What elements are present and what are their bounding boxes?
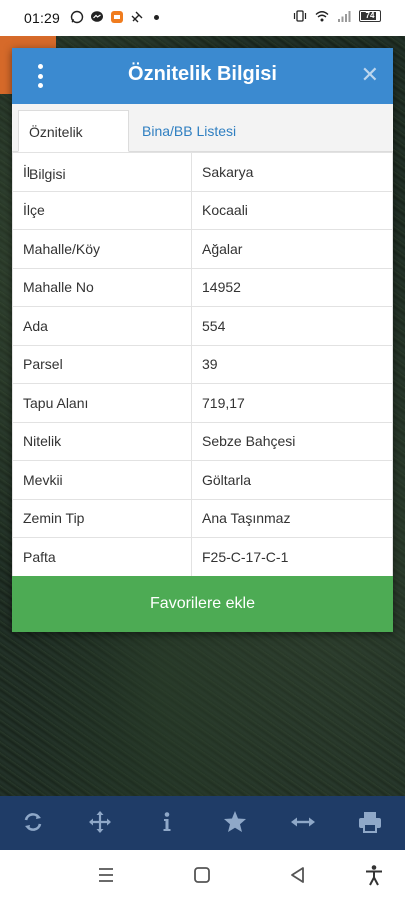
add-to-favorites-button[interactable]: Favorilere ekle [12,576,393,632]
attribute-key: Parsel [12,344,192,384]
battery-icon: 74 [359,10,381,22]
recent-apps-icon[interactable] [94,864,118,886]
attribute-key: Nitelik [12,421,192,461]
attribute-value: Sebze Bahçesi [191,421,393,461]
attribute-value: 14952 [191,267,393,307]
attribute-value: Sakarya [191,152,393,192]
attribute-table: İl Sakarya İlçe Kocaali Mahalle/Köy Ağalar … [12,152,393,577]
attribute-key: İl [12,152,192,192]
dialog-header: Öznitelik Bilgisi ✕ [12,48,393,104]
attribute-key: Tapu Alanı [12,383,192,423]
star-icon[interactable] [221,808,249,836]
bottom-toolbar [0,796,405,850]
close-icon[interactable]: ✕ [361,61,379,89]
satellite-icon [131,11,143,23]
attribute-value: Ağalar [191,229,393,269]
attribute-value: 39 [191,344,393,384]
attribute-key: Pafta [12,537,192,577]
dialog-title: Öznitelik Bilgisi [128,63,277,85]
attribute-key: Ada [12,306,192,346]
tab-building-list[interactable]: Bina/BB Listesi [132,110,246,152]
move-icon[interactable] [86,808,114,836]
table-row: Parsel 39 [12,344,393,384]
dialog-tabs: Öznitelik Bilgisi Bina/BB Listesi [12,104,393,182]
table-row: Mevkii Göltarla [12,460,393,500]
home-icon[interactable] [190,864,214,886]
accessibility-icon[interactable] [362,864,386,886]
vibrate-icon [293,10,307,22]
status-bar: 01:29 74 [0,0,405,36]
notification-icons [70,10,159,24]
attribute-value: 719,17 [191,383,393,423]
table-row: Mahalle/Köy Ağalar [12,229,393,269]
attribute-key: Mevkii [12,460,192,500]
table-row: İl Sakarya [12,152,393,192]
attribute-key: Mahalle No [12,267,192,307]
attribute-key: İlçe [12,190,192,230]
measure-icon[interactable] [289,808,317,836]
info-icon[interactable] [153,808,181,836]
attribute-dialog: Öznitelik Bilgisi ✕ Öznitelik Bilgisi Bi… [12,48,393,632]
signal-icon [338,11,351,22]
table-row: Ada 554 [12,306,393,346]
attribute-value: F25-C-17-C-1 [191,537,393,577]
print-icon[interactable] [356,808,384,836]
back-icon[interactable] [286,864,310,886]
table-row: Tapu Alanı 719,17 [12,383,393,423]
attribute-value: Göltarla [191,460,393,500]
attribute-key: Mahalle/Köy [12,229,192,269]
table-row: Pafta F25-C-17-C-1 [12,537,393,577]
refresh-icon[interactable] [19,808,47,836]
attribute-value: 554 [191,306,393,346]
whatsapp-icon [70,10,84,24]
table-row: Mahalle No 14952 [12,267,393,307]
wifi-icon [315,11,329,22]
attribute-value: Kocaali [191,190,393,230]
attribute-key: Zemin Tip [12,498,192,538]
tab-attribute-info[interactable]: Öznitelik Bilgisi [18,110,129,182]
attribute-value: Ana Taşınmaz [191,498,393,538]
system-icons: 74 [293,9,381,23]
table-row: Nitelik Sebze Bahçesi [12,421,393,461]
system-nav-bar [0,850,405,900]
status-time: 01:29 [24,10,61,26]
messenger-icon [91,11,103,22]
table-row: İlçe Kocaali [12,190,393,230]
battery-level: 74 [365,11,375,20]
app-notification-icon [111,11,123,23]
table-row: Zemin Tip Ana Taşınmaz [12,498,393,538]
more-notifications-dot [154,14,159,20]
